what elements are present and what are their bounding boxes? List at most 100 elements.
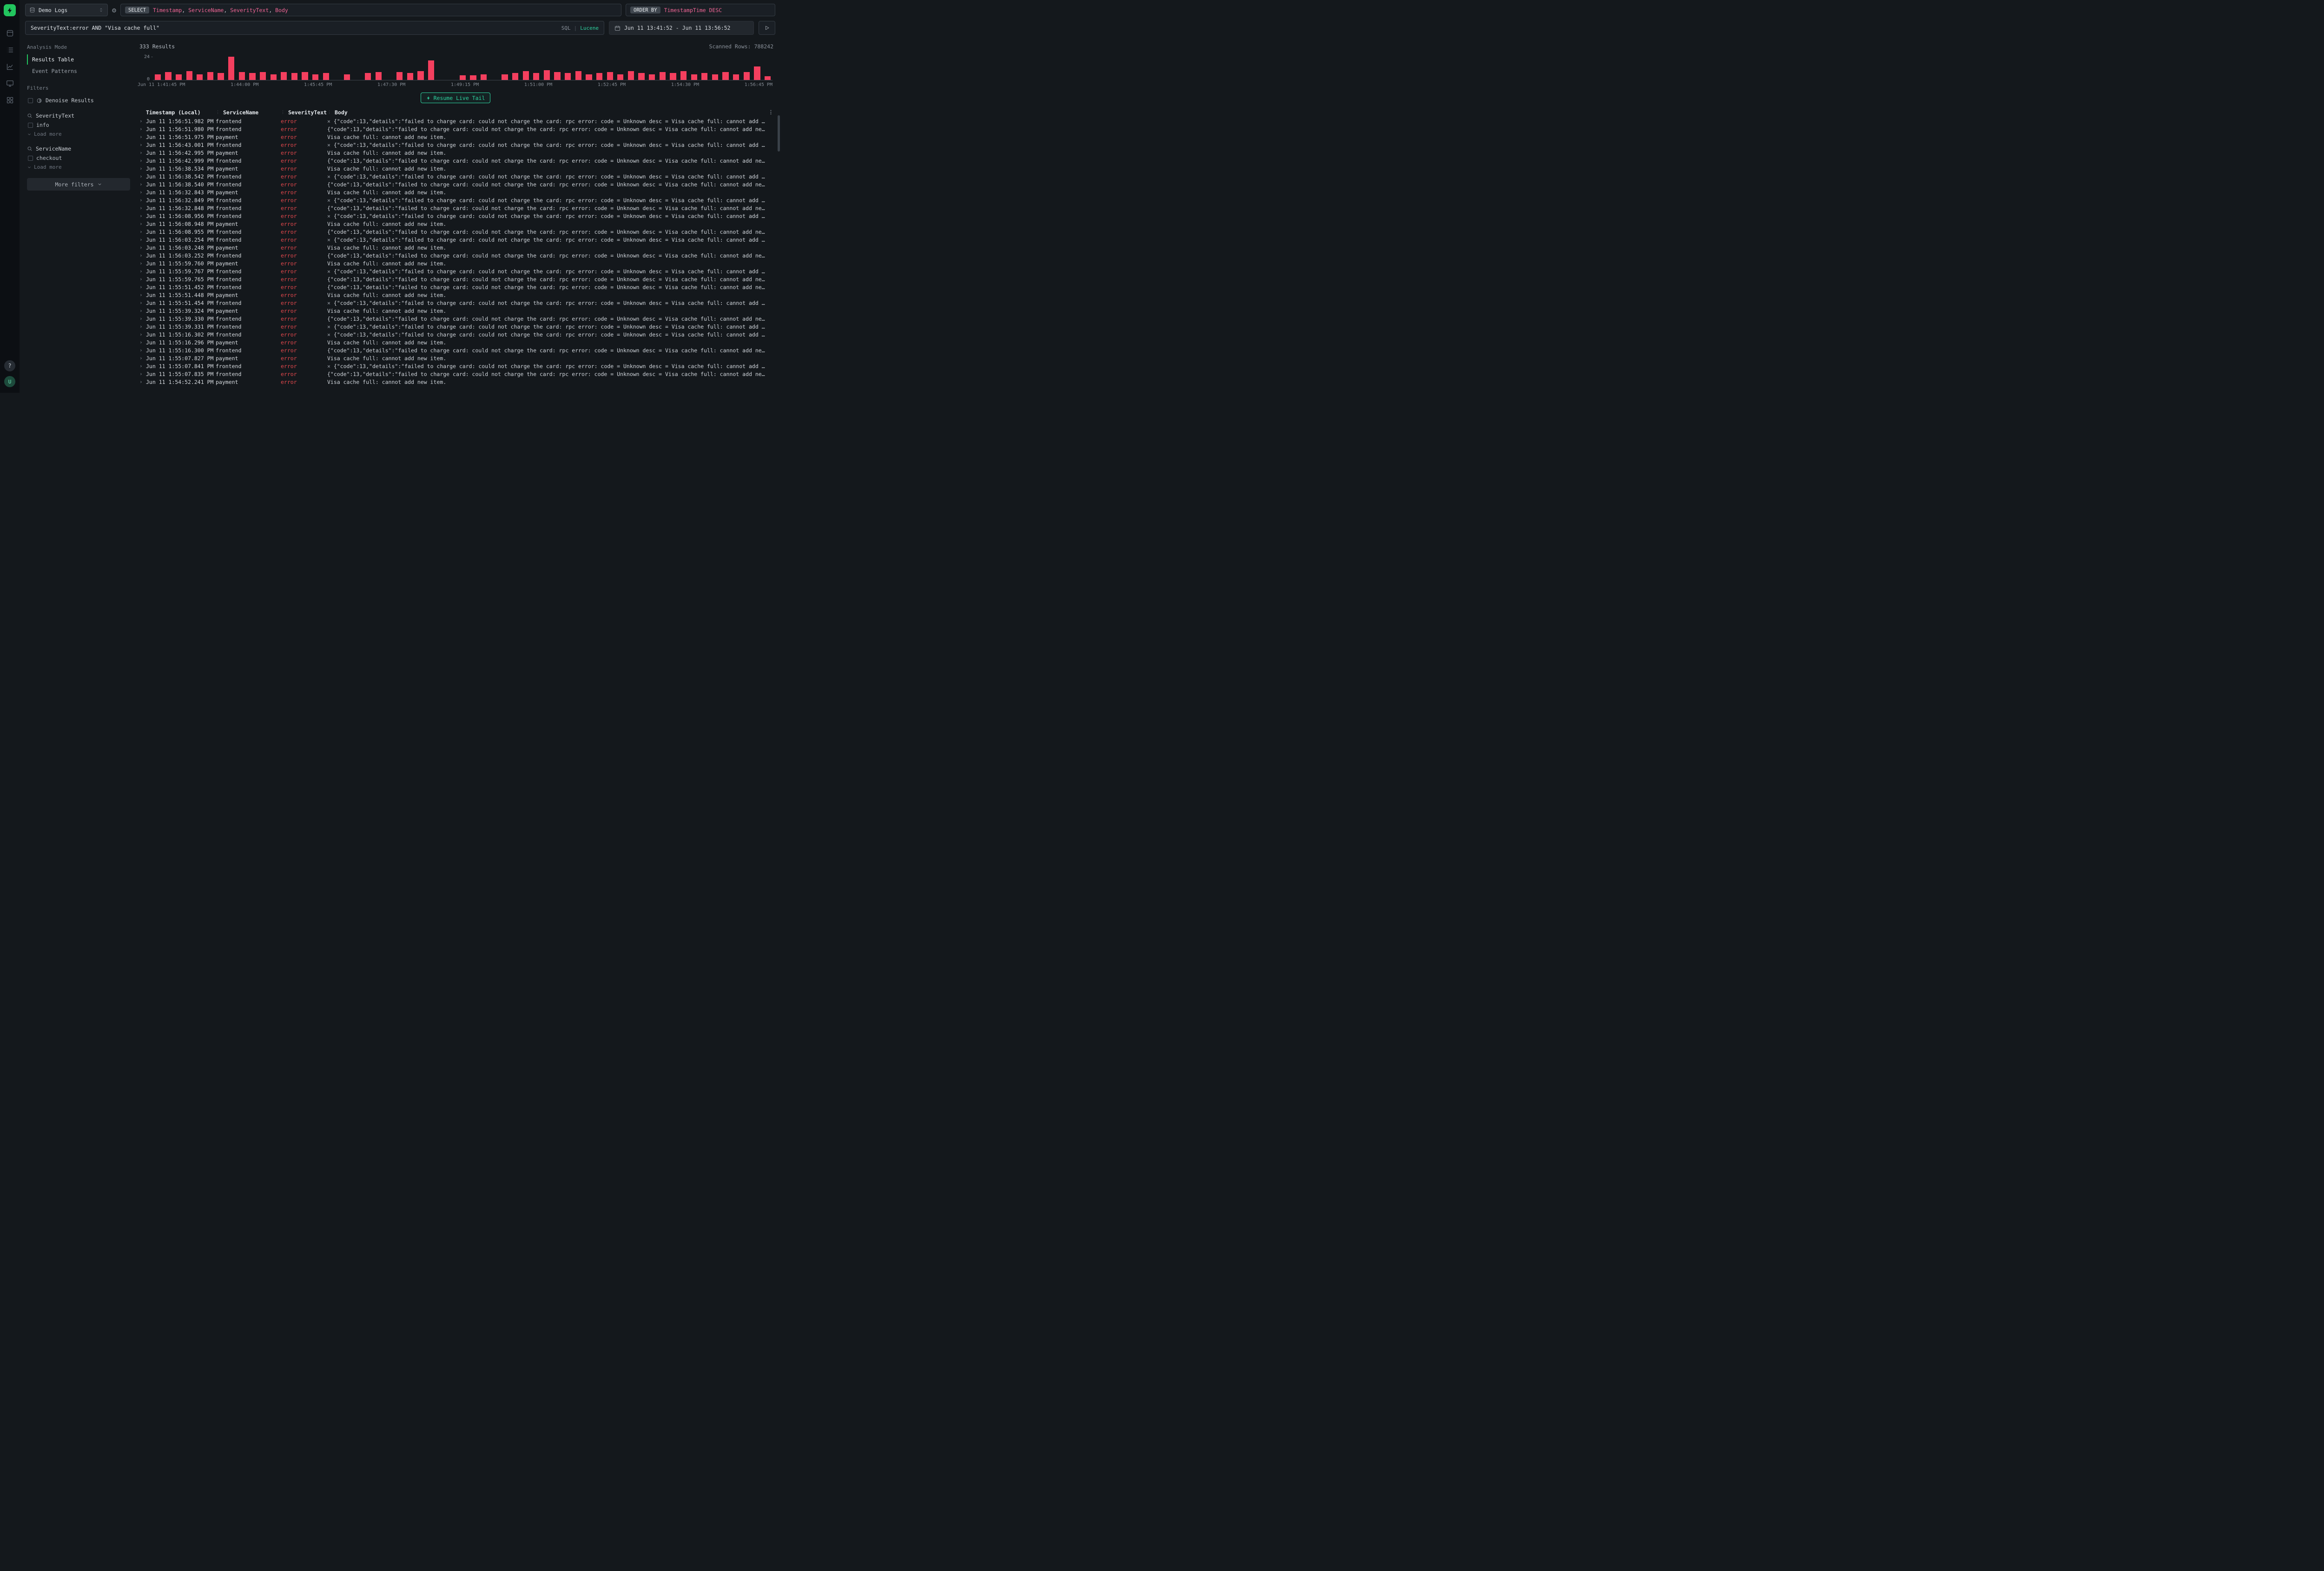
- row-expand-chevron[interactable]: ›: [138, 323, 146, 330]
- histogram-bar[interactable]: [563, 57, 573, 80]
- app-logo[interactable]: [4, 4, 16, 16]
- histogram-bar[interactable]: [448, 57, 457, 80]
- histogram-bar[interactable]: [763, 57, 772, 80]
- dashboards-grid-icon[interactable]: [5, 95, 14, 105]
- scrollbar-thumb[interactable]: [778, 115, 780, 152]
- select-clause-input[interactable]: SELECT Timestamp, ServiceName, SeverityT…: [120, 4, 621, 16]
- histogram-bar[interactable]: [574, 57, 583, 80]
- log-row[interactable]: › Jun 11 1:55:16.302 PM frontend error ×…: [138, 330, 773, 338]
- histogram-bar[interactable]: [616, 57, 626, 80]
- row-expand-chevron[interactable]: ›: [138, 363, 146, 369]
- resume-live-tail-button[interactable]: Resume Live Tail: [421, 92, 491, 103]
- histogram-bar[interactable]: [300, 57, 310, 80]
- log-row[interactable]: › Jun 11 1:56:32.843 PM payment error Vi…: [138, 188, 773, 196]
- log-row[interactable]: › Jun 11 1:55:07.835 PM frontend error {…: [138, 370, 773, 378]
- language-sql-option[interactable]: SQL: [561, 25, 571, 31]
- histogram-bar[interactable]: [290, 57, 299, 80]
- histogram-bar[interactable]: [594, 57, 604, 80]
- table-options-icon[interactable]: ⋮: [765, 109, 773, 115]
- log-row[interactable]: › Jun 11 1:56:03.254 PM frontend error ×…: [138, 236, 773, 244]
- row-expand-chevron[interactable]: ›: [138, 252, 146, 258]
- histogram-bar[interactable]: [426, 57, 436, 80]
- log-row[interactable]: › Jun 11 1:55:07.827 PM payment error Vi…: [138, 354, 773, 362]
- histogram-bar[interactable]: [700, 57, 710, 80]
- log-row[interactable]: › Jun 11 1:56:38.540 PM frontend error {…: [138, 180, 773, 188]
- histogram-bar[interactable]: [384, 57, 394, 80]
- servicename-load-more[interactable]: Load more: [27, 163, 130, 172]
- language-lucene-option[interactable]: Lucene: [580, 25, 599, 31]
- histogram-bar[interactable]: [658, 57, 667, 80]
- histogram-bar[interactable]: [647, 57, 657, 80]
- histogram-bar[interactable]: [679, 57, 688, 80]
- facet-option-info[interactable]: info: [27, 120, 130, 130]
- histogram-bar[interactable]: [710, 57, 720, 80]
- row-expand-chevron[interactable]: ›: [138, 300, 146, 306]
- row-expand-chevron[interactable]: ›: [138, 244, 146, 251]
- histogram-bar[interactable]: [689, 57, 699, 80]
- run-query-button[interactable]: [759, 21, 775, 35]
- row-expand-chevron[interactable]: ›: [138, 347, 146, 353]
- column-header-servicename[interactable]: ⋮ServiceName: [216, 109, 281, 116]
- denoise-checkbox[interactable]: [28, 98, 33, 103]
- column-resize-handle[interactable]: ⋮: [281, 110, 285, 115]
- histogram-bar[interactable]: [405, 57, 415, 80]
- log-row[interactable]: › Jun 11 1:56:32.848 PM frontend error {…: [138, 204, 773, 212]
- histogram-bar[interactable]: [269, 57, 278, 80]
- row-expand-chevron[interactable]: ›: [138, 379, 146, 385]
- histogram-bar[interactable]: [489, 57, 499, 80]
- histogram-bar[interactable]: [668, 57, 678, 80]
- row-expand-chevron[interactable]: ›: [138, 197, 146, 203]
- log-row[interactable]: › Jun 11 1:55:51.452 PM frontend error {…: [138, 283, 773, 291]
- row-expand-chevron[interactable]: ›: [138, 355, 146, 361]
- sessions-monitor-icon[interactable]: [5, 79, 14, 88]
- facet-option-checkout[interactable]: checkout: [27, 153, 130, 163]
- log-row[interactable]: › Jun 11 1:56:08.955 PM frontend error {…: [138, 228, 773, 236]
- histogram-bar[interactable]: [437, 57, 447, 80]
- histogram-bar[interactable]: [469, 57, 478, 80]
- search-query-input[interactable]: SeverityText:error AND "Visa cache full"…: [25, 21, 604, 35]
- row-expand-chevron[interactable]: ›: [138, 276, 146, 282]
- log-row[interactable]: › Jun 11 1:56:32.849 PM frontend error ×…: [138, 196, 773, 204]
- log-row[interactable]: › Jun 11 1:55:16.296 PM payment error Vi…: [138, 338, 773, 346]
- mode-event-patterns[interactable]: Event Patterns: [27, 66, 130, 76]
- row-expand-chevron[interactable]: ›: [138, 134, 146, 140]
- histogram-bar[interactable]: [510, 57, 520, 80]
- row-expand-chevron[interactable]: ›: [138, 181, 146, 187]
- log-row[interactable]: › Jun 11 1:55:39.324 PM payment error Vi…: [138, 307, 773, 315]
- facet-severitytext[interactable]: SeverityText: [27, 111, 130, 120]
- row-expand-chevron[interactable]: ›: [138, 371, 146, 377]
- info-checkbox[interactable]: [28, 123, 33, 128]
- histogram-bar[interactable]: [353, 57, 363, 80]
- row-expand-chevron[interactable]: ›: [138, 308, 146, 314]
- facet-servicename[interactable]: ServiceName: [27, 144, 130, 153]
- user-avatar[interactable]: U: [4, 376, 15, 387]
- log-row[interactable]: › Jun 11 1:56:38.534 PM payment error Vi…: [138, 165, 773, 172]
- row-expand-chevron[interactable]: ›: [138, 229, 146, 235]
- log-row[interactable]: › Jun 11 1:55:51.454 PM frontend error ×…: [138, 299, 773, 307]
- row-expand-chevron[interactable]: ›: [138, 221, 146, 227]
- checkout-checkbox[interactable]: [28, 156, 33, 161]
- histogram-bar[interactable]: [500, 57, 510, 80]
- column-resize-handle[interactable]: ⋮: [216, 110, 220, 115]
- log-row[interactable]: › Jun 11 1:56:51.975 PM payment error Vi…: [138, 133, 773, 141]
- saved-searches-icon[interactable]: [5, 45, 14, 54]
- chart-explorer-icon[interactable]: [5, 62, 14, 71]
- histogram-bar[interactable]: [542, 57, 552, 80]
- log-row[interactable]: › Jun 11 1:56:03.252 PM frontend error {…: [138, 251, 773, 259]
- row-expand-chevron[interactable]: ›: [138, 165, 146, 172]
- log-row[interactable]: › Jun 11 1:54:52.241 PM payment error Vi…: [138, 378, 773, 386]
- histogram-bar[interactable]: [321, 57, 331, 80]
- row-expand-chevron[interactable]: ›: [138, 260, 146, 266]
- mode-results-table[interactable]: Results Table: [27, 54, 130, 65]
- row-expand-chevron[interactable]: ›: [138, 316, 146, 322]
- histogram-bar[interactable]: [237, 57, 247, 80]
- row-expand-chevron[interactable]: ›: [138, 331, 146, 337]
- source-settings-gear-icon[interactable]: ⚙: [112, 6, 116, 14]
- histogram-bar[interactable]: [416, 57, 426, 80]
- log-row[interactable]: › Jun 11 1:56:08.948 PM payment error Vi…: [138, 220, 773, 228]
- log-row[interactable]: › Jun 11 1:55:59.760 PM payment error Vi…: [138, 259, 773, 267]
- log-row[interactable]: › Jun 11 1:56:51.982 PM frontend error ×…: [138, 117, 773, 125]
- histogram-bar[interactable]: [637, 57, 647, 80]
- log-row[interactable]: › Jun 11 1:56:43.001 PM frontend error ×…: [138, 141, 773, 149]
- histogram-bar[interactable]: [153, 57, 163, 80]
